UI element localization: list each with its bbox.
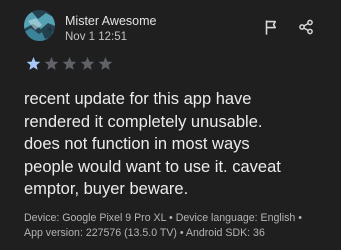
star-filled-icon xyxy=(26,57,41,70)
star-rating xyxy=(26,56,113,71)
avatar[interactable] xyxy=(24,10,55,41)
flag-icon[interactable] xyxy=(262,18,280,36)
review-date: Nov 1 12:51 xyxy=(65,31,128,43)
star-empty-icon xyxy=(98,57,113,70)
reviewer-name: Mister Awesome xyxy=(65,14,157,28)
device-info: Device: Google Pixel 9 Pro XL • Device l… xyxy=(24,212,302,239)
share-icon[interactable] xyxy=(297,18,315,36)
star-empty-icon xyxy=(80,57,95,70)
review-card: Mister Awesome Nov 1 12:51 recent update… xyxy=(0,0,341,250)
star-empty-icon xyxy=(62,57,77,70)
review-text: recent update for this app have rendered… xyxy=(24,90,281,198)
star-empty-icon xyxy=(44,57,59,70)
